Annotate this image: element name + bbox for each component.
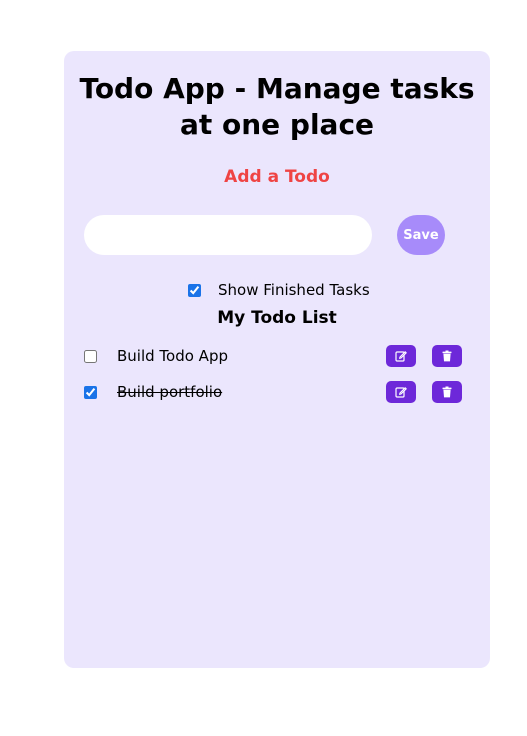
page-title-wrap: Todo App - Manage tasks at one place [64,71,490,143]
todo-list-heading: My Todo List [217,308,337,328]
show-finished-label: Show Finished Tasks [218,281,370,299]
add-todo-heading: Add a Todo [224,167,330,187]
edit-button[interactable] [386,345,416,367]
edit-icon [395,351,407,362]
todo-item: Build Todo App [84,345,464,369]
todo-item: Build portfolio [84,381,464,405]
trash-icon [442,350,452,362]
delete-button[interactable] [432,381,462,403]
todo-input[interactable] [84,215,372,255]
edit-button[interactable] [386,381,416,403]
todo-card: Todo App - Manage tasks at one place Add… [64,51,490,668]
show-finished-checkbox[interactable] [188,283,201,297]
todo-item-text: Build Todo App [117,347,228,365]
edit-icon [395,387,407,398]
delete-button[interactable] [432,345,462,367]
show-finished-toggle[interactable]: Show Finished Tasks [188,280,370,300]
page-title: Todo App - Manage tasks at one place [79,72,475,141]
trash-icon [442,386,452,398]
save-button[interactable]: Save [397,215,445,255]
todo-item-checkbox[interactable] [84,386,97,399]
todo-item-checkbox[interactable] [84,350,97,363]
todo-item-text: Build portfolio [117,383,223,401]
